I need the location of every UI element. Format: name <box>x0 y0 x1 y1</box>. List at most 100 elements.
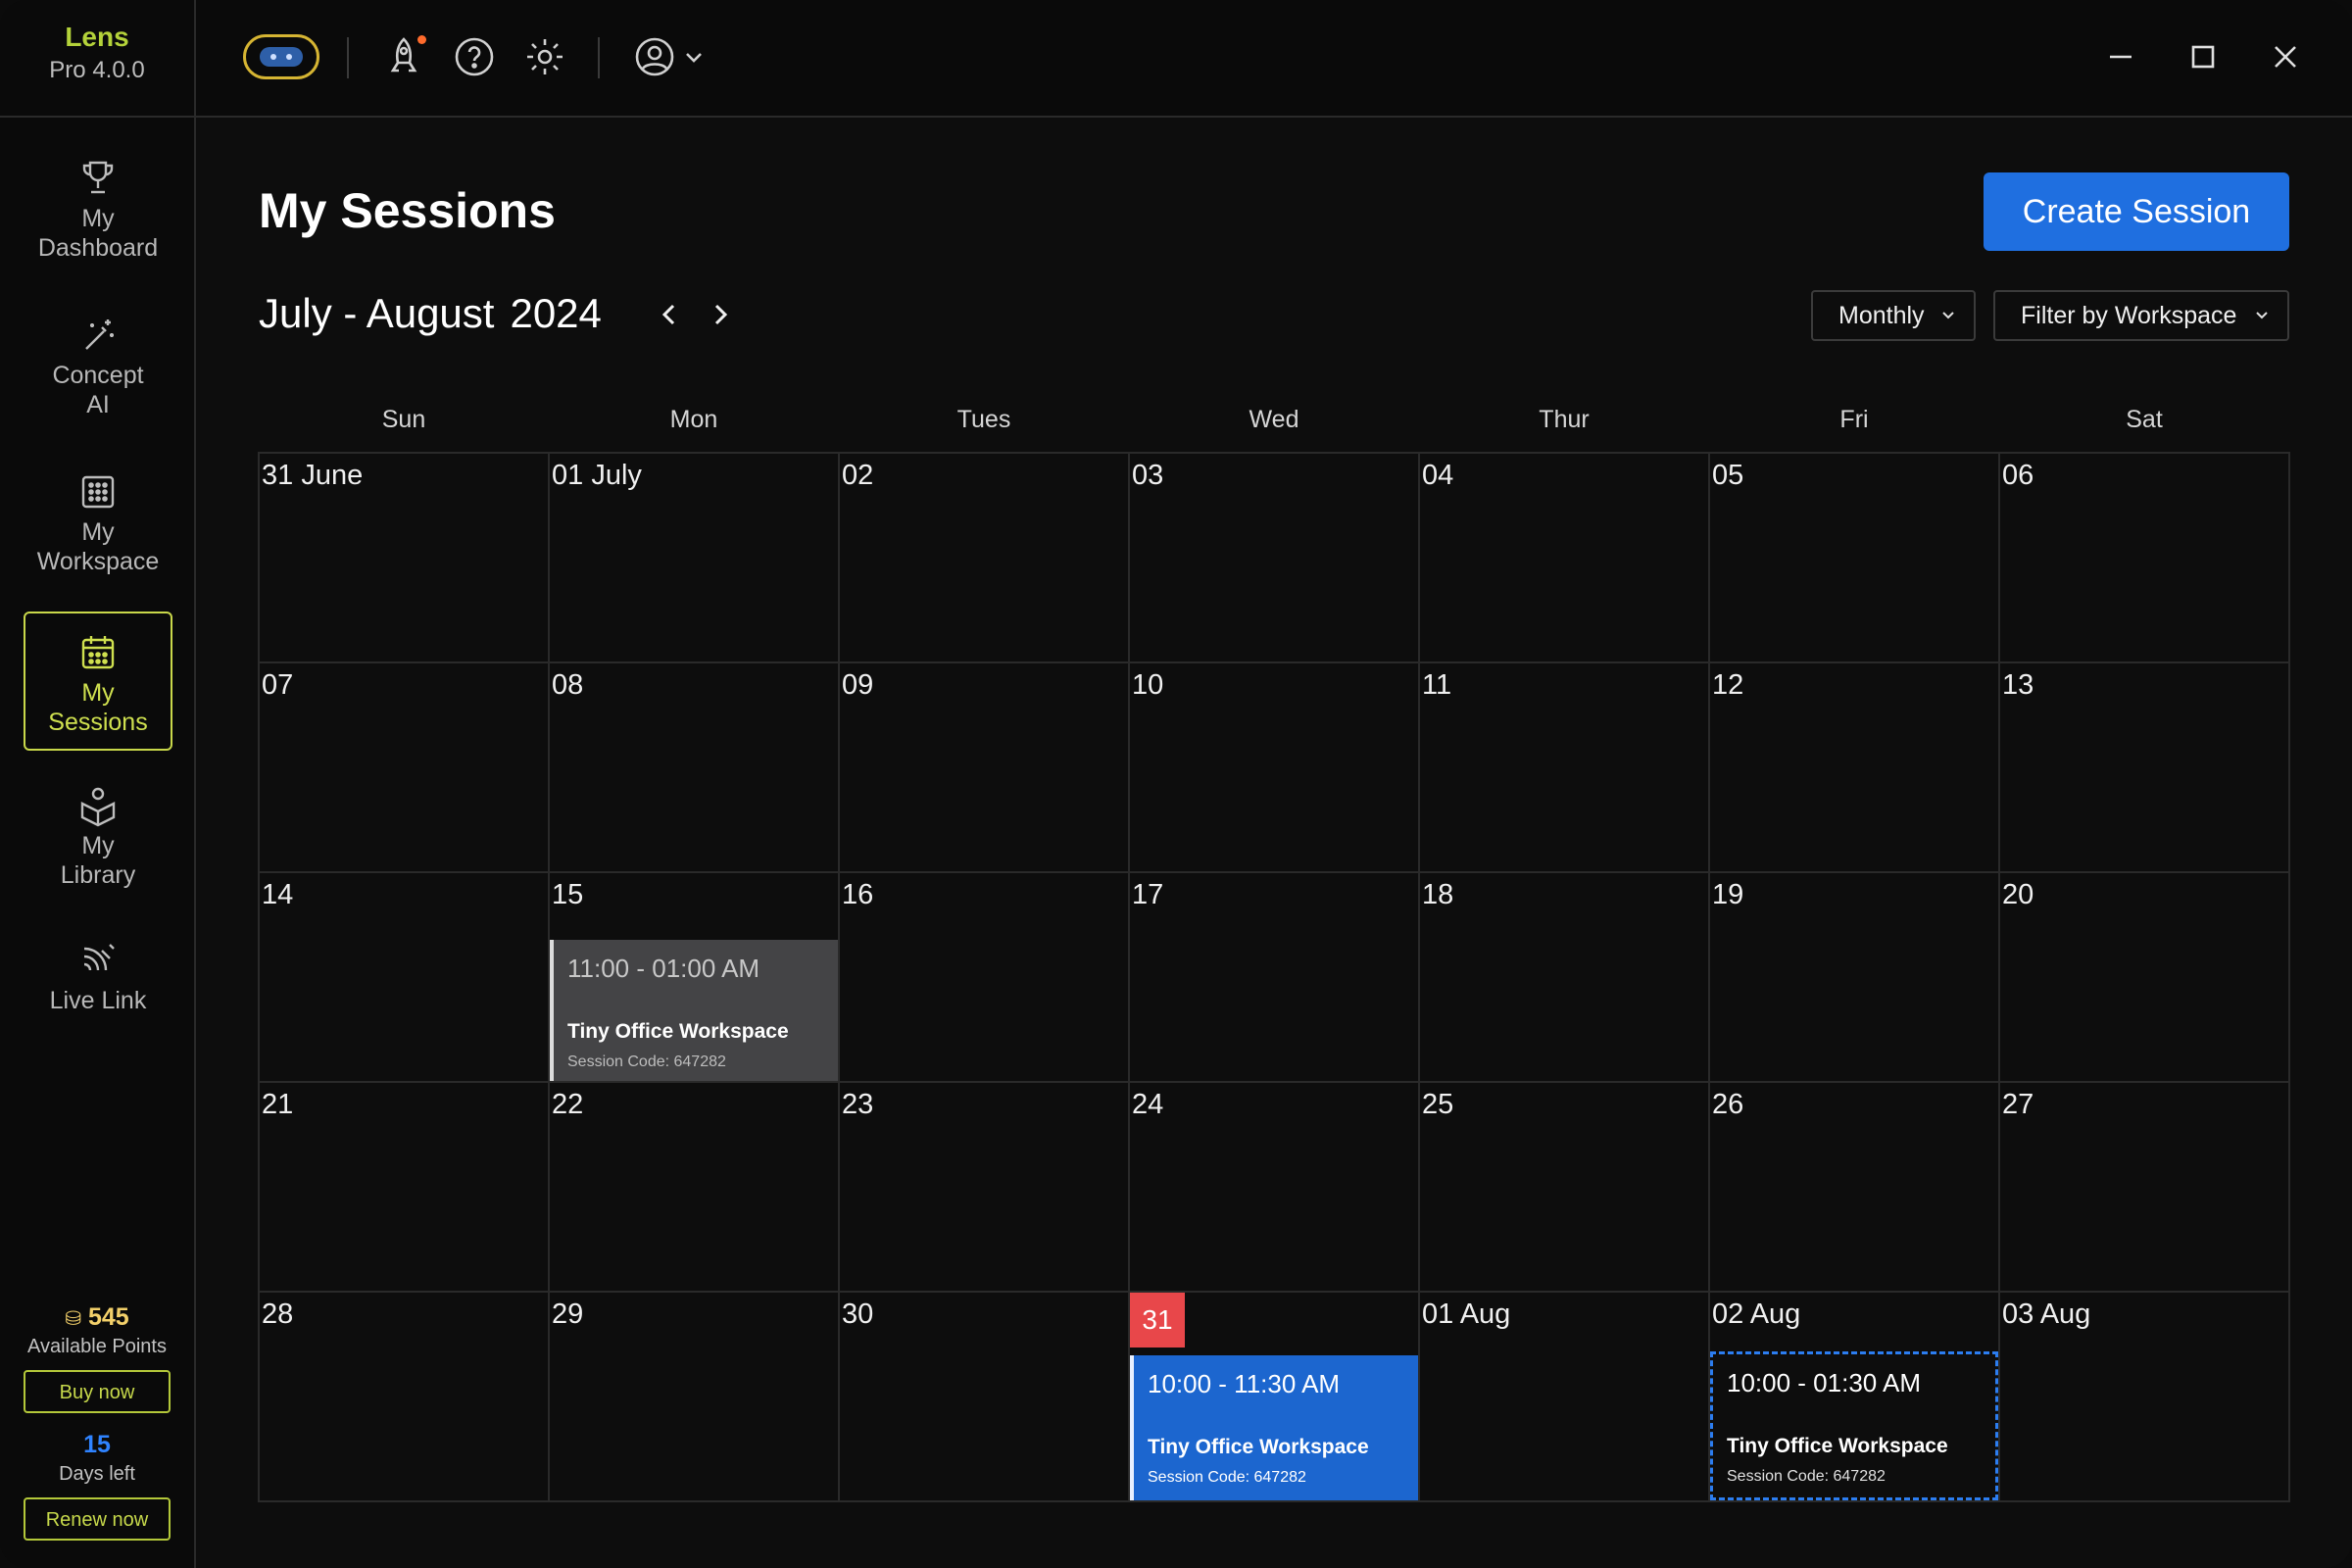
workspace-filter-select[interactable]: Filter by Workspace <box>1993 290 2289 341</box>
view-mode-select[interactable]: Monthly <box>1811 290 1976 341</box>
calendar-day-cell[interactable]: 23 <box>838 1081 1130 1293</box>
calendar-day-cell[interactable]: 22 <box>548 1081 840 1293</box>
calendar-day-cell[interactable]: 18 <box>1418 871 1710 1083</box>
sidebar-item-library[interactable]: My Library <box>24 784 172 902</box>
sidebar-item-label: Library <box>60 861 136 889</box>
maximize-icon[interactable] <box>2180 33 2227 80</box>
toolbar-divider <box>347 37 349 78</box>
calendar-day-cell[interactable]: 11 <box>1418 662 1710 873</box>
calendar-day-cell[interactable]: 05 <box>1708 452 2000 663</box>
points-value: 545 <box>88 1303 129 1331</box>
minimize-icon[interactable] <box>2097 33 2144 80</box>
day-number: 02 <box>842 460 874 491</box>
chevron-down-icon <box>1942 312 1954 319</box>
sidebar-item-live-link[interactable]: Live Link <box>24 939 172 1027</box>
session-code: Session Code: 647282 <box>1727 1468 1886 1485</box>
sidebar-item-label: My <box>81 679 115 707</box>
sidebar-item-label: AI <box>86 391 110 418</box>
sidebar: Lens Pro 4.0.0 My Dashboard Concept AI M… <box>0 0 196 1568</box>
calendar-day-cell[interactable]: 15 11:00 - 01:00 AM Tiny Office Workspace S… <box>548 871 840 1083</box>
sidebar-item-workspace[interactable]: My Workspace <box>24 470 172 588</box>
sidebar-item-label: My <box>81 205 115 232</box>
calendar-day-cell[interactable]: 06 <box>1998 452 2290 663</box>
sidebar-item-label: Workspace <box>36 548 160 575</box>
day-number: 21 <box>262 1089 294 1120</box>
day-number: 01 Aug <box>1422 1298 1511 1330</box>
calendar-day-cell[interactable]: 03 Aug <box>1998 1291 2290 1502</box>
session-event-card[interactable]: 11:00 - 01:00 AM Tiny Office Workspace Ses… <box>550 940 838 1081</box>
calendar-day-cell[interactable]: 03 <box>1128 452 1420 663</box>
day-number: 30 <box>842 1298 874 1330</box>
calendar-day-cell[interactable]: 16 <box>838 871 1130 1083</box>
calendar-day-cell[interactable]: 14 <box>258 871 550 1083</box>
points-label: Available Points <box>27 1336 167 1357</box>
calendar-day-cell[interactable]: 13 <box>1998 662 2290 873</box>
calendar-day-cell[interactable]: 07 <box>258 662 550 873</box>
next-month-chevron-right-icon[interactable] <box>706 300 735 329</box>
calendar-day-cell[interactable]: 04 <box>1418 452 1710 663</box>
calendar-day-cell[interactable]: 08 <box>548 662 840 873</box>
calendar-day-cell[interactable]: 19 <box>1708 871 2000 1083</box>
calendar-day-cell[interactable]: 31 10:00 - 11:30 AM Tiny Office Workspace S… <box>1128 1291 1420 1502</box>
calendar-day-cell[interactable]: 17 <box>1128 871 1420 1083</box>
calendar-day-cell[interactable]: 29 <box>548 1291 840 1502</box>
user-icon[interactable] <box>631 33 678 80</box>
sidebar-item-sessions[interactable]: My Sessions <box>24 612 172 751</box>
day-number: 22 <box>552 1089 584 1120</box>
session-code: Session Code: 647282 <box>1148 1469 1306 1486</box>
workspace-filter-value: Filter by Workspace <box>2021 302 2237 329</box>
calendar-day-cell[interactable]: 02 Aug 10:00 - 01:30 AM Tiny Office Worksp… <box>1708 1291 2000 1502</box>
chevron-down-icon[interactable] <box>682 45 706 69</box>
weekday-header: Sat <box>2126 406 2163 433</box>
calendar-day-cell[interactable]: 28 <box>258 1291 550 1502</box>
calendar-day-cell[interactable]: 10 <box>1128 662 1420 873</box>
create-session-button[interactable]: Create Session <box>1984 172 2289 251</box>
day-number: 08 <box>552 669 584 701</box>
calendar-day-cell[interactable]: 02 <box>838 452 1130 663</box>
calendar-day-cell[interactable]: 24 <box>1128 1081 1420 1293</box>
weekday-header: Tues <box>956 406 1011 433</box>
buy-now-button[interactable]: Buy now <box>24 1370 171 1413</box>
calendar-day-cell[interactable]: 20 <box>1998 871 2290 1083</box>
calendar-day-cell[interactable]: 25 <box>1418 1081 1710 1293</box>
sidebar-item-dashboard[interactable]: My Dashboard <box>24 157 172 274</box>
brand: Lens Pro 4.0.0 <box>0 0 194 118</box>
session-time: 11:00 - 01:00 AM <box>567 954 760 983</box>
toolbar-divider <box>598 37 600 78</box>
day-number: 19 <box>1712 879 1744 910</box>
day-number: 16 <box>842 879 874 910</box>
calendar-day-cell[interactable]: 30 <box>838 1291 1130 1502</box>
session-code: Session Code: 647282 <box>567 1054 726 1070</box>
days-value: 15 <box>83 1431 111 1458</box>
sidebar-item-label: My <box>81 518 115 546</box>
date-range-label: July - August <box>259 290 495 336</box>
session-event-card[interactable]: 10:00 - 01:30 AM Tiny Office Workspace Ses… <box>1710 1351 1998 1500</box>
sidebar-item-concept-ai[interactable]: Concept AI <box>24 314 172 431</box>
session-event-card[interactable]: 10:00 - 11:30 AM Tiny Office Workspace Ses… <box>1130 1355 1418 1500</box>
calendar-day-cell[interactable]: 12 <box>1708 662 2000 873</box>
renew-now-button[interactable]: Renew now <box>24 1497 171 1541</box>
session-time: 10:00 - 11:30 AM <box>1148 1369 1341 1398</box>
sidebar-item-label: Concept <box>52 362 144 389</box>
prev-month-chevron-left-icon[interactable] <box>655 300 684 329</box>
settings-icon[interactable] <box>521 33 568 80</box>
calendar-day-cell[interactable]: 21 <box>258 1081 550 1293</box>
session-workspace: Tiny Office Workspace <box>567 1020 789 1043</box>
calendar-day-cell[interactable]: 01 Aug <box>1418 1291 1710 1502</box>
signal-icon <box>83 944 115 971</box>
avatar-pill-icon[interactable] <box>243 34 319 79</box>
close-icon[interactable] <box>2262 33 2309 80</box>
help-icon[interactable] <box>451 33 498 80</box>
calendar-day-cell[interactable]: 01 July <box>548 452 840 663</box>
calendar-day-cell[interactable]: 09 <box>838 662 1130 873</box>
day-number: 05 <box>1712 460 1744 491</box>
brand-version: Pro 4.0.0 <box>49 57 145 83</box>
day-number: 17 <box>1132 879 1164 910</box>
day-number: 06 <box>2002 460 2034 491</box>
calendar-day-cell[interactable]: 31 June <box>258 452 550 663</box>
calendar-day-cell[interactable]: 26 <box>1708 1081 2000 1293</box>
calendar-day-cell[interactable]: 27 <box>1998 1081 2290 1293</box>
top-bar <box>196 0 2352 118</box>
chevron-down-icon <box>2256 312 2268 319</box>
day-number: 04 <box>1422 460 1454 491</box>
